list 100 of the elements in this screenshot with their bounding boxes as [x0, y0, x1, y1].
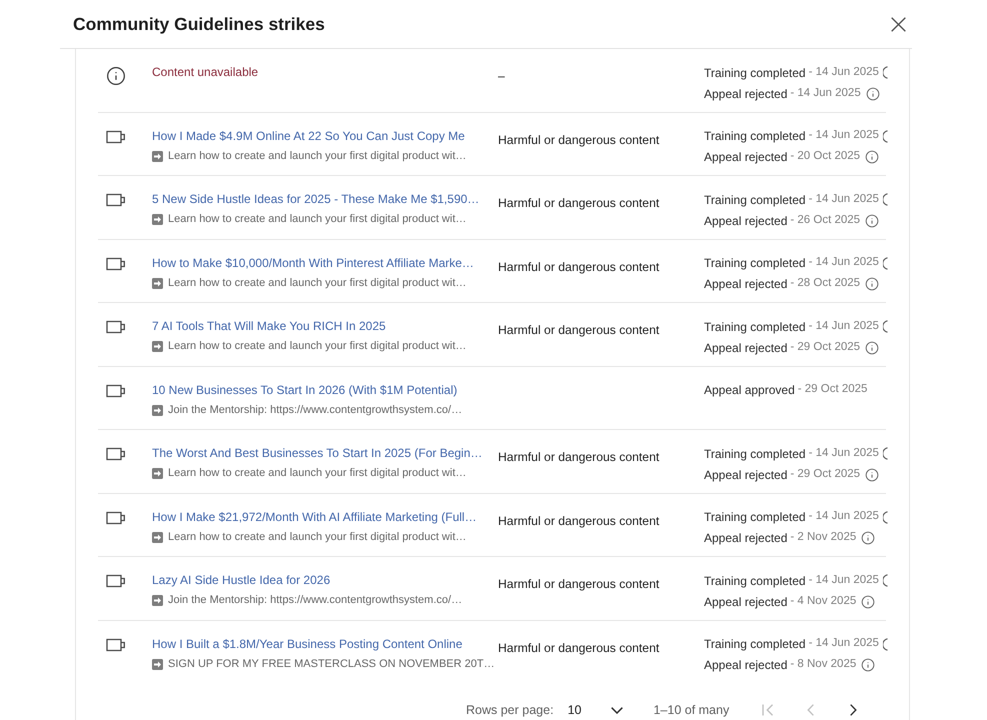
video-description: SIGN UP FOR MY FREE MASTERCLASS ON NOVEMBER 20T…	[168, 656, 495, 672]
status-label: Training completed	[704, 64, 806, 82]
cut-off-info-icon	[882, 638, 888, 650]
video-icon	[106, 638, 126, 652]
info-icon[interactable]	[865, 150, 880, 164]
video-title-link[interactable]: 5 New Side Hustle Ideas for 2025 - These Make Me $1,590…	[152, 191, 480, 208]
page-range: 1–10 of many	[653, 702, 730, 719]
cut-off-info-icon	[882, 510, 888, 524]
status-date: - 29 Oct 2025	[790, 466, 860, 482]
chevron-down-icon	[611, 706, 624, 714]
info-icon[interactable]	[861, 594, 876, 608]
status-date: - 2 Nov 2025	[790, 530, 856, 546]
status-label: Appeal rejected	[704, 530, 788, 547]
status-date: - 26 Oct 2025	[790, 212, 860, 228]
policy-text: Harmful or dangerous content	[498, 450, 660, 464]
policy-text: Harmful or dangerous content	[498, 514, 660, 528]
video-title-link[interactable]: How I Make $21,972/Month With AI Affiliate Marketing (Full…	[152, 508, 477, 526]
cut-off-info-icon	[882, 193, 888, 206]
status-label: Appeal rejected	[704, 212, 788, 230]
status-date: - 14 Jun 2025	[808, 128, 879, 144]
status-label: Training completed	[704, 572, 806, 590]
video-title-link[interactable]: 10 New Businesses To Start In 2026 (With $1M Potential)	[152, 382, 458, 398]
cut-off-info-icon	[882, 447, 888, 460]
video-description: Join the Mentorship: https://www.contentgrowthsystem.co/…	[168, 593, 462, 608]
video-title-link[interactable]: Lazy AI Side Hustle Idea for 2026	[152, 572, 330, 589]
policy-text: Harmful or dangerous content	[498, 640, 660, 654]
status-date: - 14 Jun 2025	[790, 86, 861, 101]
video-description: Learn how to create and launch your first digital product wit…	[168, 466, 466, 481]
info-icon[interactable]	[861, 658, 876, 672]
video-icon	[106, 384, 126, 398]
status-date: - 14 Jun 2025	[808, 509, 879, 524]
status-date: - 8 Nov 2025	[790, 657, 856, 672]
video-title-link[interactable]: How I Built a $1.8M/Year Business Posting Content Online	[152, 636, 462, 652]
first-page-icon	[762, 704, 774, 716]
arrow-right-icon	[152, 214, 163, 225]
video-icon	[106, 130, 126, 144]
rows-per-page-select[interactable]: 10	[568, 701, 624, 719]
video-description: Learn how to create and launch your first digital product wit…	[168, 212, 466, 227]
arrow-right-icon	[152, 658, 163, 670]
status-label: Appeal rejected	[704, 86, 788, 102]
status-label: Training completed	[704, 446, 806, 462]
video-title-link[interactable]: How I Made $4.9M Online At 22 So You Can Just Copy Me	[152, 128, 465, 144]
video-description: Learn how to create and launch your first digital product wit…	[168, 276, 466, 290]
video-icon	[106, 574, 126, 588]
status-label: Training completed	[704, 192, 806, 208]
policy-text: Harmful or dangerous content	[498, 132, 660, 146]
status-label: Appeal rejected	[704, 466, 788, 484]
policy-text: Harmful or dangerous content	[498, 577, 660, 591]
policy-text: –	[498, 69, 505, 83]
rows-per-page-label: Rows per page:	[466, 702, 554, 719]
arrow-right-icon	[152, 341, 163, 352]
status-date: - 14 Jun 2025	[808, 64, 879, 80]
status-date: - 14 Jun 2025	[808, 446, 879, 461]
status-date: - 4 Nov 2025	[790, 594, 856, 609]
policy-text: Harmful or dangerous content	[498, 323, 660, 337]
unavailable-text: Content unavailable	[152, 64, 258, 81]
info-icon[interactable]	[865, 468, 880, 482]
status-date: - 28 Oct 2025	[790, 276, 860, 292]
arrow-right-icon	[152, 278, 163, 288]
video-icon	[106, 447, 126, 461]
video-description: Learn how to create and launch your first digital product wit…	[168, 530, 466, 544]
video-icon	[106, 510, 126, 524]
info-icon[interactable]	[866, 86, 880, 100]
status-date: - 14 Jun 2025	[808, 572, 879, 588]
cut-off-info-icon	[882, 256, 888, 270]
arrow-right-icon	[152, 404, 163, 416]
video-title-link[interactable]: 7 AI Tools That Will Make You RICH In 2025	[152, 318, 386, 335]
info-icon[interactable]	[865, 277, 880, 291]
cut-off-info-icon	[882, 66, 888, 79]
status-date: - 20 Oct 2025	[790, 149, 860, 164]
status-label: Appeal rejected	[704, 340, 788, 356]
info-icon[interactable]	[865, 340, 880, 354]
cut-off-info-icon	[882, 574, 888, 587]
video-icon	[106, 320, 126, 334]
status-label: Appeal rejected	[704, 657, 788, 674]
status-label: Training completed	[704, 255, 806, 272]
cut-off-info-icon	[882, 130, 888, 142]
policy-text: Harmful or dangerous content	[498, 196, 660, 210]
status-date: - 14 Jun 2025	[808, 318, 879, 334]
video-title-link[interactable]: How to Make $10,000/Month With Pinterest Affiliate Marke…	[152, 254, 474, 272]
status-label: Training completed	[704, 128, 806, 145]
arrow-right-icon	[152, 532, 163, 542]
info-icon[interactable]	[865, 214, 880, 228]
policy-text: Harmful or dangerous content	[498, 260, 660, 274]
info-icon[interactable]	[861, 531, 876, 545]
status-label: Appeal rejected	[704, 276, 788, 293]
status-date: - 29 Oct 2025	[798, 382, 868, 398]
video-title-link[interactable]: The Worst And Best Businesses To Start In 2025 (For Begin…	[152, 445, 482, 462]
arrow-right-icon	[152, 150, 163, 162]
status-date: - 14 Jun 2025	[808, 636, 879, 652]
video-icon	[106, 193, 126, 207]
video-description: Learn how to create and launch your first digital product wit…	[168, 339, 466, 354]
video-icon	[106, 256, 126, 270]
status-date: - 14 Jun 2025	[808, 192, 879, 207]
status-label: Training completed	[704, 636, 806, 653]
dialog-title: Community Guidelines strikes	[73, 12, 325, 36]
status-label: Training completed	[704, 318, 806, 336]
status-label: Training completed	[704, 509, 806, 526]
status-date: - 14 Jun 2025	[808, 255, 879, 270]
arrow-right-icon	[152, 468, 163, 479]
